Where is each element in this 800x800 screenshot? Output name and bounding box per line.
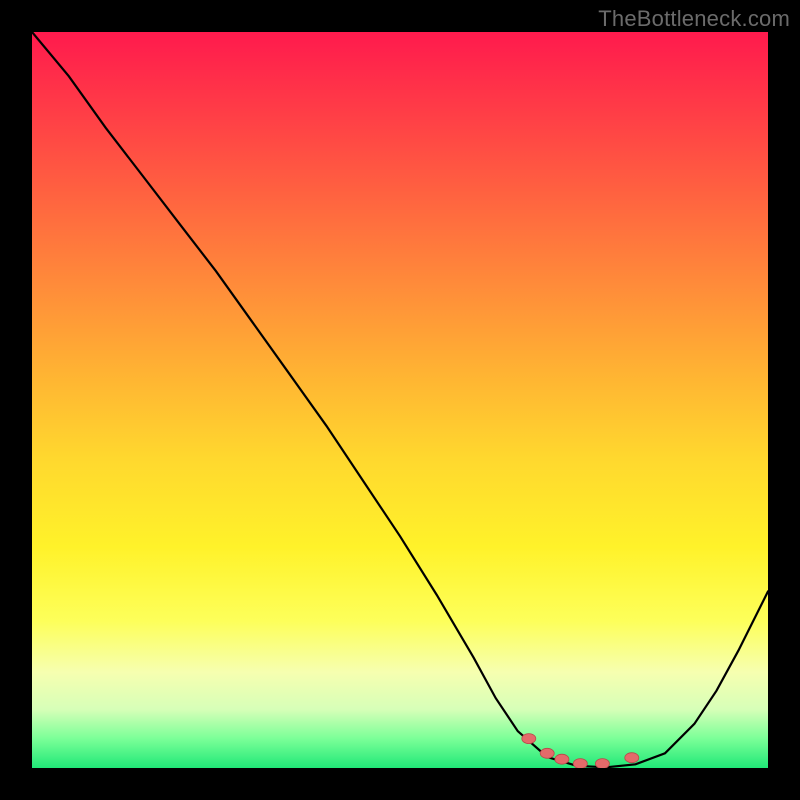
outer-frame: TheBottleneck.com: [0, 0, 800, 800]
trough-marker: [573, 759, 587, 768]
trough-marker: [522, 734, 536, 744]
plot-area: [32, 32, 768, 768]
chart-svg: [32, 32, 768, 768]
watermark-text: TheBottleneck.com: [598, 6, 790, 32]
bottleneck-curve: [32, 32, 768, 767]
trough-marker: [555, 754, 569, 764]
trough-marker: [625, 753, 639, 763]
trough-marker: [595, 759, 609, 768]
trough-marker: [540, 748, 554, 758]
